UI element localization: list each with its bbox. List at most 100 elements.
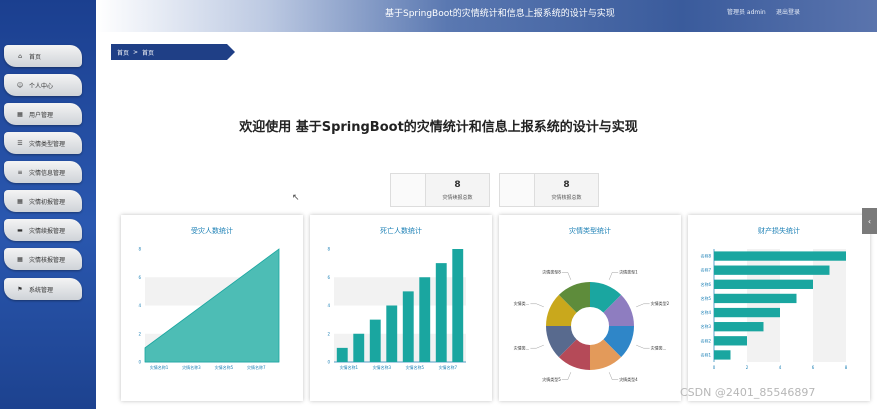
- bar-4: [386, 305, 398, 362]
- y-tick-label: 0: [138, 360, 141, 365]
- y-tick-label: 名称3: [700, 323, 711, 329]
- grid-icon: ▦: [17, 197, 23, 205]
- pie-leader-line: [561, 272, 572, 280]
- grid-icon: ▦: [17, 255, 23, 263]
- sidebar-item-6[interactable]: ▦ 灾情初报管理: [4, 190, 82, 212]
- x-tick-label: 4: [779, 365, 782, 370]
- stat-card-followup: 8 灾情续报总数: [390, 173, 490, 207]
- pie-label: 灾情类型1: [619, 269, 638, 275]
- y-tick-label: 名称6: [700, 281, 711, 287]
- flag-icon: ⚑: [17, 285, 23, 293]
- bar-chart: 0 2 4 6 8 灾情名称1 灾情名称3 灾情名称5 灾情名称7: [327, 247, 466, 370]
- area-chart: 0 2 4 6 8 灾情名称1 灾情名称3 灾情名称5 灾情名称7: [138, 247, 280, 370]
- pie-leader-line: [608, 272, 619, 280]
- x-tick-label: 8: [845, 365, 848, 370]
- bar-2: [353, 333, 365, 362]
- x-tick-label: 灾情名称1: [150, 364, 169, 370]
- app-title: 基于SpringBoot的灾情统计和信息上报系统的设计与实现: [385, 9, 615, 19]
- y-tick-label: 0: [327, 360, 330, 365]
- sidebar-item-label: 灾情类型管理: [29, 140, 66, 148]
- bar-5: [402, 291, 414, 362]
- pie-leader-line: [530, 344, 544, 349]
- monitor-icon: ▬: [17, 226, 23, 234]
- sidebar-item-1[interactable]: ⌂ 首页: [4, 45, 82, 67]
- bar-6: [419, 277, 431, 362]
- sidebar-item-label: 灾情续报管理: [29, 227, 66, 235]
- user-icon: ☺: [16, 81, 24, 89]
- bar-6: [714, 279, 813, 289]
- pie-label: 灾情类...: [514, 300, 530, 306]
- y-tick-label: 名称4: [700, 309, 711, 315]
- sidebar-item-label: 灾情信息管理: [29, 169, 66, 177]
- y-tick-label: 名称8: [700, 253, 711, 259]
- sidebar-item-7[interactable]: ▬ 灾情续报管理: [4, 219, 82, 241]
- pie-label: 灾情类型4: [619, 376, 638, 382]
- sliders-icon: ☰: [17, 139, 23, 147]
- horizontal-bar-chart: 0 2 4 6 8 名称1 名称2 名称3 名称4 名称5 名称6 名称7 名称8: [700, 249, 848, 370]
- x-tick-label: 灾情名称7: [439, 364, 458, 370]
- x-tick-label: 灾情名称5: [215, 364, 234, 370]
- sidebar-item-2[interactable]: ☺ 个人中心: [4, 74, 82, 96]
- sidebar-item-9[interactable]: ⚑ 系统管理: [4, 278, 82, 300]
- x-tick-label: 灾情名称7: [247, 364, 266, 370]
- y-tick-label: 4: [138, 303, 141, 308]
- bar-8: [452, 249, 464, 362]
- y-tick-label: 6: [327, 275, 330, 280]
- stat-icon-box: [500, 174, 535, 206]
- pie-label: 灾情类型5: [542, 376, 561, 382]
- stat-label: 灾情核报总数: [551, 195, 582, 201]
- pie-label: 灾情类...: [514, 344, 530, 350]
- sidebar: ⌂ 首页 ☺ 个人中心 ▦ 用户管理 ☰ 灾情类型管理 ≡ 灾情信息管理 ▦ 灾情初报管理 ▬ 灾情续报管…: [0, 0, 96, 409]
- bar-3: [369, 319, 381, 362]
- breadcrumb-current: 首页: [142, 49, 155, 57]
- bar-8: [714, 251, 846, 261]
- chart-card-deaths: 死亡人数统计 0 2 4 6 8 灾情名称1 灾情名称3 灾情名称5 灾情名称7: [310, 215, 492, 401]
- y-tick-label: 2: [138, 331, 141, 336]
- pie-leader-line: [530, 303, 544, 308]
- sidebar-item-label: 首页: [29, 53, 42, 61]
- bar-5: [714, 293, 797, 304]
- sidebar-item-label: 个人中心: [29, 82, 54, 90]
- x-tick-label: 0: [713, 365, 716, 370]
- x-tick-label: 灾情名称3: [373, 364, 392, 370]
- admin-label: 管理员 admin: [727, 9, 766, 16]
- sidebar-item-4[interactable]: ☰ 灾情类型管理: [4, 132, 82, 154]
- breadcrumb-home[interactable]: 首页: [117, 48, 129, 57]
- x-tick-label: 灾情名称5: [406, 364, 425, 370]
- x-tick-label: 2: [746, 365, 749, 370]
- list-icon: ≡: [17, 168, 23, 176]
- x-tick-label: 灾情名称1: [340, 364, 359, 370]
- watermark: CSDN @2401_85546897: [680, 386, 816, 399]
- bar-4: [714, 307, 780, 318]
- bar-7: [435, 263, 447, 362]
- bar-2: [714, 336, 747, 346]
- bar-7: [714, 265, 830, 275]
- y-tick-label: 名称2: [700, 337, 711, 343]
- stat-label: 灾情续报总数: [442, 195, 473, 201]
- sidebar-item-5[interactable]: ≡ 灾情信息管理: [4, 161, 82, 183]
- mouse-cursor-icon: ↖: [292, 193, 300, 203]
- chart-card-types: 灾情类型统计 灾情类型1 灾情类型2 灾情类... 灾情类型4 灾情类型5 灾情类... 灾…: [499, 215, 681, 401]
- y-tick-label: 8: [138, 247, 141, 252]
- x-tick-label: 灾情名称3: [182, 364, 201, 370]
- pie-leader-line: [608, 372, 619, 380]
- sidebar-item-8[interactable]: ▦ 灾情核报管理: [4, 248, 82, 270]
- sidebar-item-label: 灾情初报管理: [29, 198, 66, 206]
- y-tick-label: 4: [327, 303, 330, 308]
- y-tick-label: 8: [327, 247, 330, 252]
- y-tick-label: 名称1: [700, 351, 711, 357]
- pie-chart: 灾情类型1 灾情类型2 灾情类... 灾情类型4 灾情类型5 灾情类... 灾情类... 灾情…: [514, 269, 670, 382]
- pie-label: 灾情类...: [651, 344, 667, 350]
- pie-leader-line: [636, 303, 650, 308]
- logout-link[interactable]: 退出登录: [776, 7, 800, 16]
- y-tick-label: 名称5: [700, 295, 711, 301]
- stat-value: 8: [563, 180, 570, 190]
- sidebar-item-label: 灾情核报管理: [29, 256, 66, 264]
- welcome-heading: 欢迎使用 基于SpringBoot的灾情统计和信息上报系统的设计与实现: [239, 120, 638, 135]
- pie-label: 灾情类型2: [651, 300, 670, 306]
- bar-1: [714, 350, 731, 360]
- stat-icon-box: [391, 174, 426, 206]
- collapse-toggle-button[interactable]: ‹: [862, 208, 877, 234]
- pie-leader-line: [561, 372, 572, 380]
- chart-card-affected: 受灾人数统计 0 2 4 6 8 灾情名称1 灾情名称3 灾情名称5 灾情名称7: [121, 215, 303, 401]
